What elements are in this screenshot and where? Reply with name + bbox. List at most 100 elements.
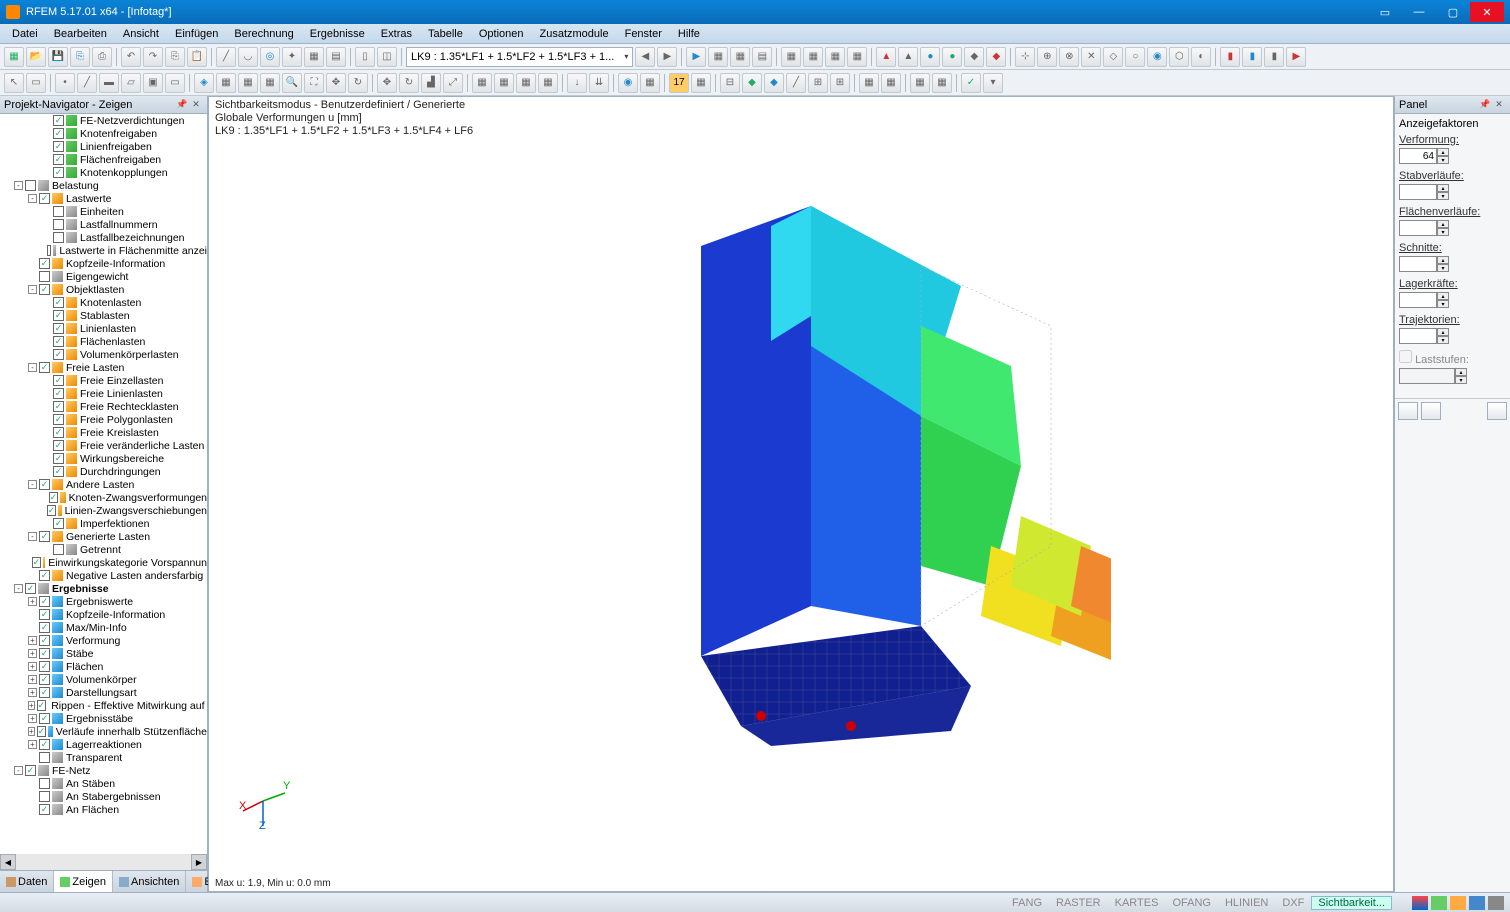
- vis-1[interactable]: ▦: [910, 73, 930, 93]
- paste-button[interactable]: 📋: [187, 47, 207, 67]
- tree-checkbox[interactable]: ✓: [39, 570, 50, 581]
- tree-item[interactable]: ✓FE-Netzverdichtungen: [0, 114, 207, 127]
- render-1[interactable]: ▦: [781, 47, 801, 67]
- spinner-down[interactable]: ▾: [1437, 336, 1449, 344]
- tree-checkbox[interactable]: ✓: [47, 505, 57, 516]
- flag-3[interactable]: ●: [920, 47, 940, 67]
- tree-checkbox[interactable]: ✓: [53, 518, 64, 529]
- snap-8[interactable]: ⬡: [1169, 47, 1189, 67]
- tree-item[interactable]: An Stabergebnissen: [0, 790, 207, 803]
- status-icon-5[interactable]: [1488, 896, 1504, 910]
- nav-pin-icon[interactable]: 📌: [175, 98, 189, 112]
- rotate-button[interactable]: ↻: [399, 73, 419, 93]
- results-3[interactable]: ▤: [752, 47, 772, 67]
- tool-win1[interactable]: ▯: [355, 47, 375, 67]
- menu-bearbeiten[interactable]: Bearbeiten: [46, 26, 115, 42]
- tree-checkbox[interactable]: [39, 271, 50, 282]
- tree-item[interactable]: ✓Einwirkungskategorie Vorspannun: [0, 556, 207, 569]
- tree-item[interactable]: ✓Max/Min-Info: [0, 621, 207, 634]
- results-1[interactable]: ▦: [708, 47, 728, 67]
- tree-item[interactable]: +✓Ergebnisstäbe: [0, 712, 207, 725]
- grp-6[interactable]: ⊞: [830, 73, 850, 93]
- menu-extras[interactable]: Extras: [373, 26, 420, 42]
- tree-checkbox[interactable]: ✓: [39, 635, 50, 646]
- scale-button[interactable]: ⤢: [443, 73, 463, 93]
- saveall-button[interactable]: ⎘: [70, 47, 90, 67]
- tree-item[interactable]: +✓Ergebniswerte: [0, 595, 207, 608]
- tree-item[interactable]: ✓Linienlasten: [0, 322, 207, 335]
- tree-checkbox[interactable]: ✓: [39, 622, 50, 633]
- tree-item[interactable]: An Stäben: [0, 777, 207, 790]
- disp-2[interactable]: ▦: [640, 73, 660, 93]
- tree-checkbox[interactable]: ✓: [39, 284, 50, 295]
- tree-checkbox[interactable]: ✓: [39, 804, 50, 815]
- spinner-up[interactable]: ▴: [1437, 256, 1449, 264]
- tree-item[interactable]: +✓Verläufe innerhalb Stützenfläche: [0, 725, 207, 738]
- panel-input[interactable]: [1399, 220, 1437, 236]
- status-ofang[interactable]: OFANG: [1165, 896, 1218, 910]
- lc-prev[interactable]: ◀: [635, 47, 655, 67]
- tree-item[interactable]: ✓Freie Kreislasten: [0, 426, 207, 439]
- view-x[interactable]: ▦: [216, 73, 236, 93]
- tree-item[interactable]: ✓Negative Lasten andersfarbig: [0, 569, 207, 582]
- tree-checkbox[interactable]: ✓: [53, 310, 64, 321]
- tree-checkbox[interactable]: ✓: [39, 479, 50, 490]
- tool-globe[interactable]: ◎: [260, 47, 280, 67]
- tree-item[interactable]: ✓Freie veränderliche Lasten: [0, 439, 207, 452]
- view-y[interactable]: ▦: [238, 73, 258, 93]
- snap-4[interactable]: ✕: [1081, 47, 1101, 67]
- tree-checkbox[interactable]: [39, 752, 50, 763]
- tree-item[interactable]: ✓Knotenkopplungen: [0, 166, 207, 179]
- snap-5[interactable]: ◇: [1103, 47, 1123, 67]
- spinner-up[interactable]: ▴: [1437, 220, 1449, 228]
- solid-button[interactable]: ▣: [143, 73, 163, 93]
- tree-checkbox[interactable]: [53, 206, 64, 217]
- grp-2[interactable]: ◆: [742, 73, 762, 93]
- line-button[interactable]: ╱: [77, 73, 97, 93]
- tree-checkbox[interactable]: ✓: [53, 401, 64, 412]
- tree-checkbox[interactable]: ✓: [39, 674, 50, 685]
- spinner-up[interactable]: ▴: [1437, 292, 1449, 300]
- spinner-down[interactable]: ▾: [1437, 300, 1449, 308]
- tree-checkbox[interactable]: ✓: [49, 492, 59, 503]
- tree-item[interactable]: Transparent: [0, 751, 207, 764]
- tree-item[interactable]: ✓Kopfzeile-Information: [0, 608, 207, 621]
- view-fit[interactable]: ⛶: [304, 73, 324, 93]
- tree-checkbox[interactable]: [39, 778, 50, 789]
- status-icon-3[interactable]: [1450, 896, 1466, 910]
- menu-einfügen[interactable]: Einfügen: [167, 26, 226, 42]
- cursor-button[interactable]: ↖: [4, 73, 24, 93]
- tree-item[interactable]: -Belastung: [0, 179, 207, 192]
- disp-1[interactable]: ◉: [618, 73, 638, 93]
- tree-item[interactable]: ✓An Flächen: [0, 803, 207, 816]
- redo-button[interactable]: ↷: [143, 47, 163, 67]
- node-button[interactable]: •: [55, 73, 75, 93]
- tree-checkbox[interactable]: [53, 219, 64, 230]
- menu-fenster[interactable]: Fenster: [617, 26, 670, 42]
- tree-checkbox[interactable]: ✓: [53, 115, 64, 126]
- tree-checkbox[interactable]: ✓: [37, 726, 47, 737]
- tree-checkbox[interactable]: ✓: [53, 466, 64, 477]
- menu-tabelle[interactable]: Tabelle: [420, 26, 471, 42]
- num-2[interactable]: ▦: [691, 73, 711, 93]
- tree-checkbox[interactable]: ✓: [53, 167, 64, 178]
- open-button2[interactable]: ▭: [165, 73, 185, 93]
- tree-item[interactable]: Einheiten: [0, 205, 207, 218]
- undo-button[interactable]: ↶: [121, 47, 141, 67]
- spinner-down[interactable]: ▾: [1437, 192, 1449, 200]
- tree-item[interactable]: +✓Flächen: [0, 660, 207, 673]
- view-rotate[interactable]: ↻: [348, 73, 368, 93]
- edit-4[interactable]: ▦: [538, 73, 558, 93]
- tool-grid[interactable]: ▦: [304, 47, 324, 67]
- tree-checkbox[interactable]: ✓: [53, 323, 64, 334]
- flag-5[interactable]: ◆: [964, 47, 984, 67]
- close-button[interactable]: ✕: [1470, 2, 1504, 22]
- tree-checkbox[interactable]: ✓: [39, 258, 50, 269]
- tree-checkbox[interactable]: ✓: [53, 141, 64, 152]
- view-pan[interactable]: ✥: [326, 73, 346, 93]
- flag-2[interactable]: ▲: [898, 47, 918, 67]
- spinner-up[interactable]: ▴: [1437, 148, 1449, 156]
- end-3[interactable]: ▮: [1264, 47, 1284, 67]
- tree-checkbox[interactable]: ✓: [39, 661, 50, 672]
- tree-checkbox[interactable]: ✓: [53, 349, 64, 360]
